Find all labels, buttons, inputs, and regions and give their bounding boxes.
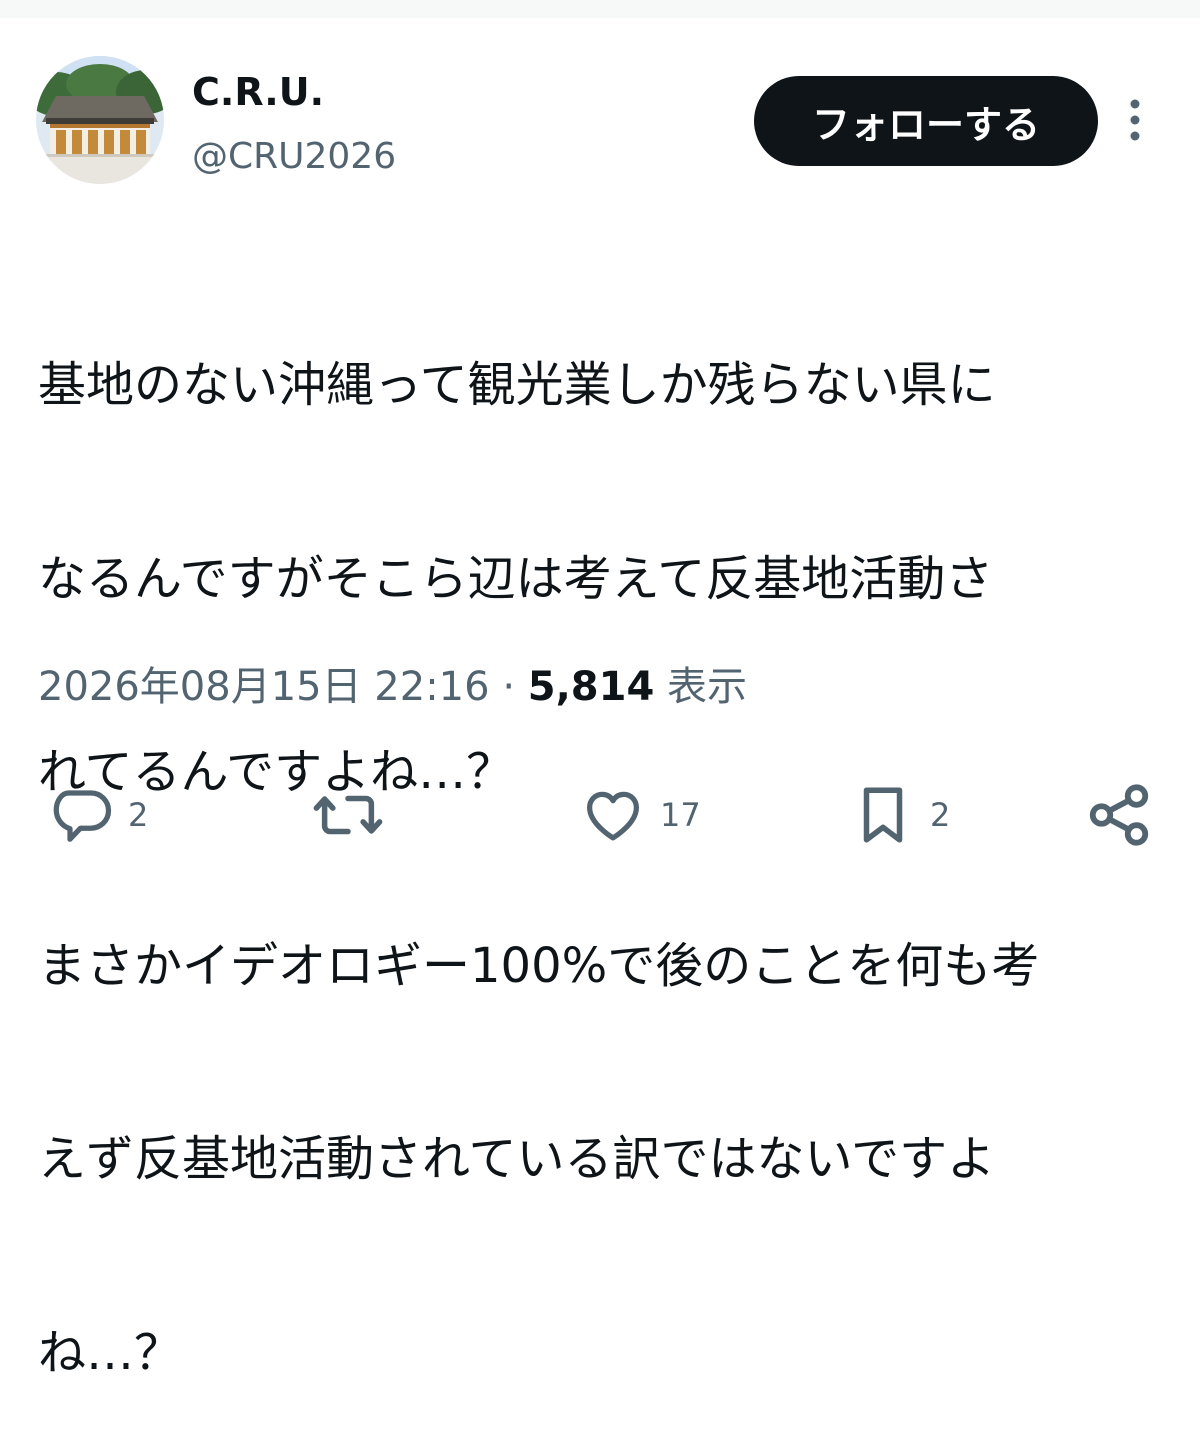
bookmark-count: 2 xyxy=(930,796,951,834)
follow-button[interactable]: フォローする xyxy=(754,76,1098,166)
share-icon xyxy=(1084,780,1154,850)
avatar[interactable] xyxy=(36,56,164,184)
reply-icon xyxy=(48,782,114,848)
top-bar xyxy=(0,0,1200,18)
retweet-icon xyxy=(310,782,386,848)
share-button[interactable] xyxy=(1084,780,1154,850)
more-vertical-icon[interactable] xyxy=(1120,96,1150,146)
tweet-line: まさかイデオロギー100%で後のことを何も考 xyxy=(38,937,1040,994)
user-handle[interactable]: @CRU2026 xyxy=(192,136,396,178)
tweet-line: えず反基地活動されている訳ではないですよ xyxy=(38,1131,996,1187)
reply-button[interactable]: 2 xyxy=(48,780,148,850)
shrine-photo-icon xyxy=(36,56,164,184)
retweet-button[interactable] xyxy=(310,780,400,850)
tweet-line: ね…？ xyxy=(38,1324,183,1381)
tweet-line: なるんですがそこら辺は考えて反基地活動さ xyxy=(38,550,994,607)
reply-count: 2 xyxy=(128,796,149,834)
timestamp[interactable]: 2026年08月15日 22:16 xyxy=(38,664,490,710)
heart-icon xyxy=(580,782,646,848)
bookmark-button[interactable]: 2 xyxy=(850,780,950,850)
views-label: 表示 xyxy=(667,664,747,710)
tweet-meta: 2026年08月15日 22:16 · 5,814 表示 xyxy=(38,660,747,714)
like-count: 17 xyxy=(660,796,701,834)
meta-separator: · xyxy=(502,664,516,710)
bookmark-icon xyxy=(850,780,916,850)
tweet-line: 基地のない沖縄って観光業しか残らない県に xyxy=(38,357,996,413)
bottom-divider xyxy=(0,900,1200,922)
like-button[interactable]: 17 xyxy=(580,780,701,850)
display-name[interactable]: C.R.U. xyxy=(192,70,324,114)
views-count: 5,814 xyxy=(527,664,655,710)
